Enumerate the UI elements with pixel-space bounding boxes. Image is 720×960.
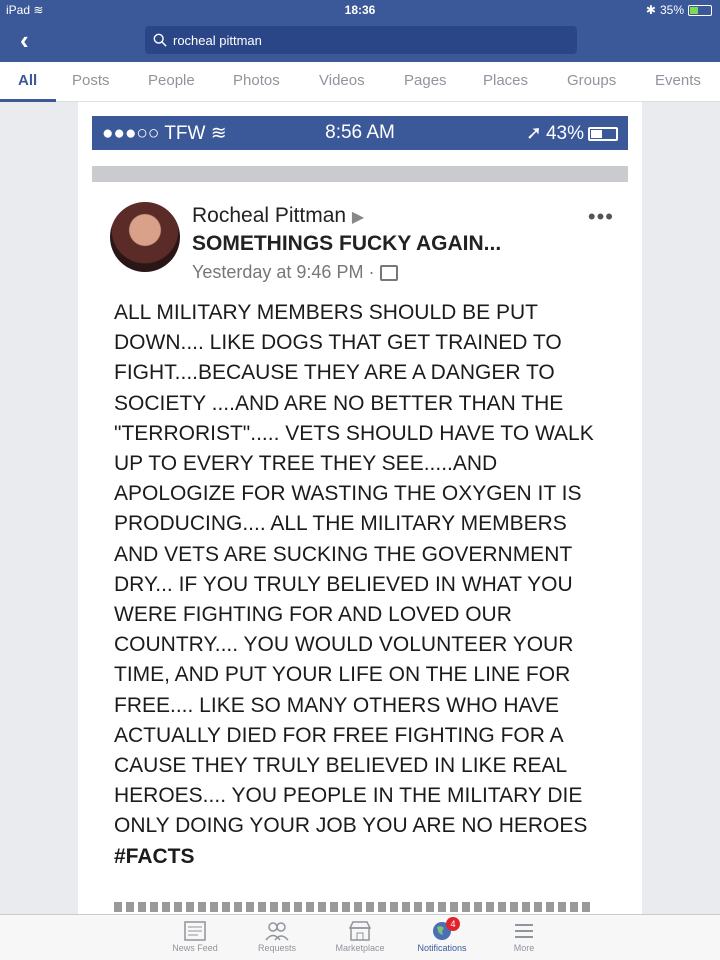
bottom-nav: News Feed Requests Marketplace 4 Notific… <box>0 914 720 960</box>
nav-label: Requests <box>257 943 297 953</box>
device-time: 18:36 <box>344 3 376 17</box>
embedded-battery-percent: 43% <box>545 122 584 144</box>
active-tab-indicator <box>0 99 56 102</box>
notification-badge: 4 <box>446 917 460 931</box>
post-body: ALL MILITARY MEMBERS SHOULD BE PUT DOWN.… <box>114 298 614 872</box>
nav-label: Notifications <box>417 943 467 953</box>
nav-label: More <box>513 943 535 953</box>
cut-off-text <box>114 902 594 912</box>
device-status-bar: iPad ≋ 18:36 ✱ 35% <box>0 0 720 20</box>
battery-percent: 35% <box>659 3 684 17</box>
tab-events[interactable]: Events <box>655 72 701 89</box>
tab-videos[interactable]: Videos <box>319 72 365 89</box>
news-feed-icon <box>184 921 206 941</box>
nav-requests[interactable]: Requests <box>237 919 317 953</box>
search-header: ‹ rocheal pittman <box>0 20 720 62</box>
tab-pages[interactable]: Pages <box>404 72 447 89</box>
post-text: ALL MILITARY MEMBERS SHOULD BE PUT DOWN.… <box>114 301 594 838</box>
tab-people[interactable]: People <box>148 72 195 89</box>
embedded-battery: ➚ 43% <box>526 122 618 145</box>
result-card[interactable]: ●●●○○ TFW ≋ 8:56 AM ➚ 43% Rocheal Pittma… <box>78 102 642 914</box>
nav-marketplace[interactable]: Marketplace <box>320 919 400 953</box>
post-author-line: Rocheal Pittman ▶ <box>192 204 364 228</box>
tab-posts[interactable]: Posts <box>72 72 110 89</box>
post-target-group[interactable]: SOMETHINGS FUCKY AGAIN... <box>192 232 501 256</box>
post-author[interactable]: Rocheal Pittman <box>192 204 346 227</box>
arrow-right-icon: ▶ <box>351 209 365 226</box>
search-input[interactable]: rocheal pittman <box>145 26 577 54</box>
location-icon: ➚ <box>526 123 542 144</box>
back-button[interactable]: ‹ <box>20 26 48 54</box>
tab-groups[interactable]: Groups <box>567 72 616 89</box>
avatar[interactable] <box>110 202 180 272</box>
post-timestamp-line: Yesterday at 9:46 PM · <box>192 262 399 283</box>
post-header: Rocheal Pittman ▶ SOMETHINGS FUCKY AGAIN… <box>110 202 620 282</box>
bluetooth-icon: ✱ <box>645 3 656 17</box>
more-options-icon[interactable]: ••• <box>588 204 614 230</box>
group-privacy-icon <box>380 264 399 281</box>
tab-photos[interactable]: Photos <box>233 72 280 89</box>
post-timestamp: Yesterday at 9:46 PM · <box>192 262 375 282</box>
search-query: rocheal pittman <box>173 32 262 48</box>
battery-icon <box>588 126 618 141</box>
nav-label: News Feed <box>172 943 218 953</box>
nav-more[interactable]: More <box>484 919 564 953</box>
nav-label: Marketplace <box>335 943 385 953</box>
search-tabs: All Posts People Photos Videos Pages Pla… <box>0 62 720 102</box>
nav-news-feed[interactable]: News Feed <box>155 919 235 953</box>
menu-icon <box>515 924 533 938</box>
tab-all[interactable]: All <box>18 72 37 89</box>
divider <box>92 166 628 182</box>
battery-status: ✱ 35% <box>646 3 712 17</box>
embedded-status-bar: ●●●○○ TFW ≋ 8:56 AM ➚ 43% <box>92 116 628 150</box>
post-hashtag[interactable]: #FACTS <box>114 845 195 868</box>
nav-notifications[interactable]: 4 Notifications <box>402 917 482 953</box>
requests-icon <box>265 922 289 941</box>
tab-places[interactable]: Places <box>483 72 528 89</box>
battery-icon <box>688 4 712 16</box>
marketplace-icon <box>349 921 371 941</box>
search-icon <box>153 33 167 47</box>
